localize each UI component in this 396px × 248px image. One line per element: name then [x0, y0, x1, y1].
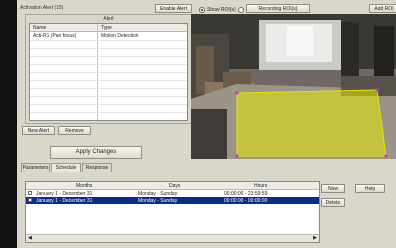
tab-response[interactable]: Response — [82, 163, 112, 172]
row-divider — [30, 48, 187, 49]
schedule-header: Months Days Hours — [26, 182, 319, 190]
row-divider — [30, 112, 187, 113]
schedule-months: January 1 - December 31 — [36, 198, 93, 204]
column-months-header[interactable]: Months — [76, 183, 92, 189]
column-name-header[interactable]: Name — [33, 25, 46, 31]
alert-group: Alert Name Type Acti-R1 (Pan focus) Moti… — [25, 14, 192, 124]
tab-schedule[interactable]: Schedule — [51, 163, 81, 172]
alert-list-header: Name Type — [30, 24, 187, 32]
camera-scene — [191, 14, 396, 159]
new-alert-button[interactable]: New Alert — [22, 126, 55, 135]
help-button[interactable]: Help — [355, 184, 385, 193]
show-rois-label: Show ROI(s) — [207, 7, 236, 13]
remove-button[interactable]: Remove — [58, 126, 91, 135]
top-bar: Activation Alert (15) Enable Alert Show … — [17, 3, 396, 13]
schedule-row[interactable]: January 1 - December 31 Monday - Sunday … — [26, 190, 319, 197]
scroll-right-icon[interactable]: ▶ — [313, 235, 317, 241]
alert-list[interactable]: Name Type Acti-R1 (Pan focus) Motion Det… — [29, 23, 188, 121]
row-divider — [30, 56, 187, 57]
alert-configuration-window: Activation Alert (15) Enable Alert Show … — [17, 0, 396, 248]
column-hours-header[interactable]: Hours — [254, 183, 267, 189]
column-type-header[interactable]: Type — [101, 25, 112, 31]
schedule-days: Monday - Sunday — [138, 198, 178, 204]
enable-alert-button[interactable]: Enable Alert — [155, 4, 192, 13]
apply-changes-button[interactable]: Apply Changes — [50, 146, 142, 159]
camera-preview[interactable] — [191, 14, 396, 159]
window-title: Activation Alert (15) — [20, 5, 64, 11]
scroll-left-icon[interactable]: ◀ — [28, 235, 32, 241]
row-divider — [30, 104, 187, 105]
schedule-row[interactable]: January 1 - December 31 Monday - Sunday … — [26, 197, 319, 204]
tab-parameters[interactable]: Parameters — [21, 163, 50, 172]
row-divider — [30, 72, 187, 73]
row-divider — [30, 88, 187, 89]
row-divider — [30, 40, 187, 41]
schedule-row-checkbox[interactable] — [28, 198, 32, 202]
schedule-row-checkbox[interactable] — [28, 191, 32, 195]
add-roi-button[interactable]: Add ROI — [369, 4, 396, 13]
recording-rois-radio[interactable] — [238, 7, 244, 13]
alert-group-legend: Alert — [103, 16, 114, 22]
row-divider — [30, 96, 187, 97]
recording-rois-button[interactable]: Recording ROI(s) — [246, 4, 310, 13]
horizontal-scrollbar[interactable]: ◀ ▶ — [26, 234, 319, 242]
column-days-header[interactable]: Days — [169, 183, 180, 189]
alert-name: Acti-R1 (Pan focus) — [33, 33, 77, 39]
new-button[interactable]: New — [321, 184, 345, 193]
alert-row[interactable]: Acti-R1 (Pan focus) Motion Detection — [30, 32, 187, 39]
schedule-hours: 00:00:00 - 00:00:00 — [224, 198, 268, 204]
row-divider — [30, 80, 187, 81]
row-divider — [30, 64, 187, 65]
alert-type: Motion Detection — [101, 33, 139, 39]
show-rois-radio[interactable] — [199, 7, 205, 13]
delete-button[interactable]: Delete — [321, 198, 345, 207]
schedule-list[interactable]: Months Days Hours January 1 - December 3… — [25, 181, 320, 243]
